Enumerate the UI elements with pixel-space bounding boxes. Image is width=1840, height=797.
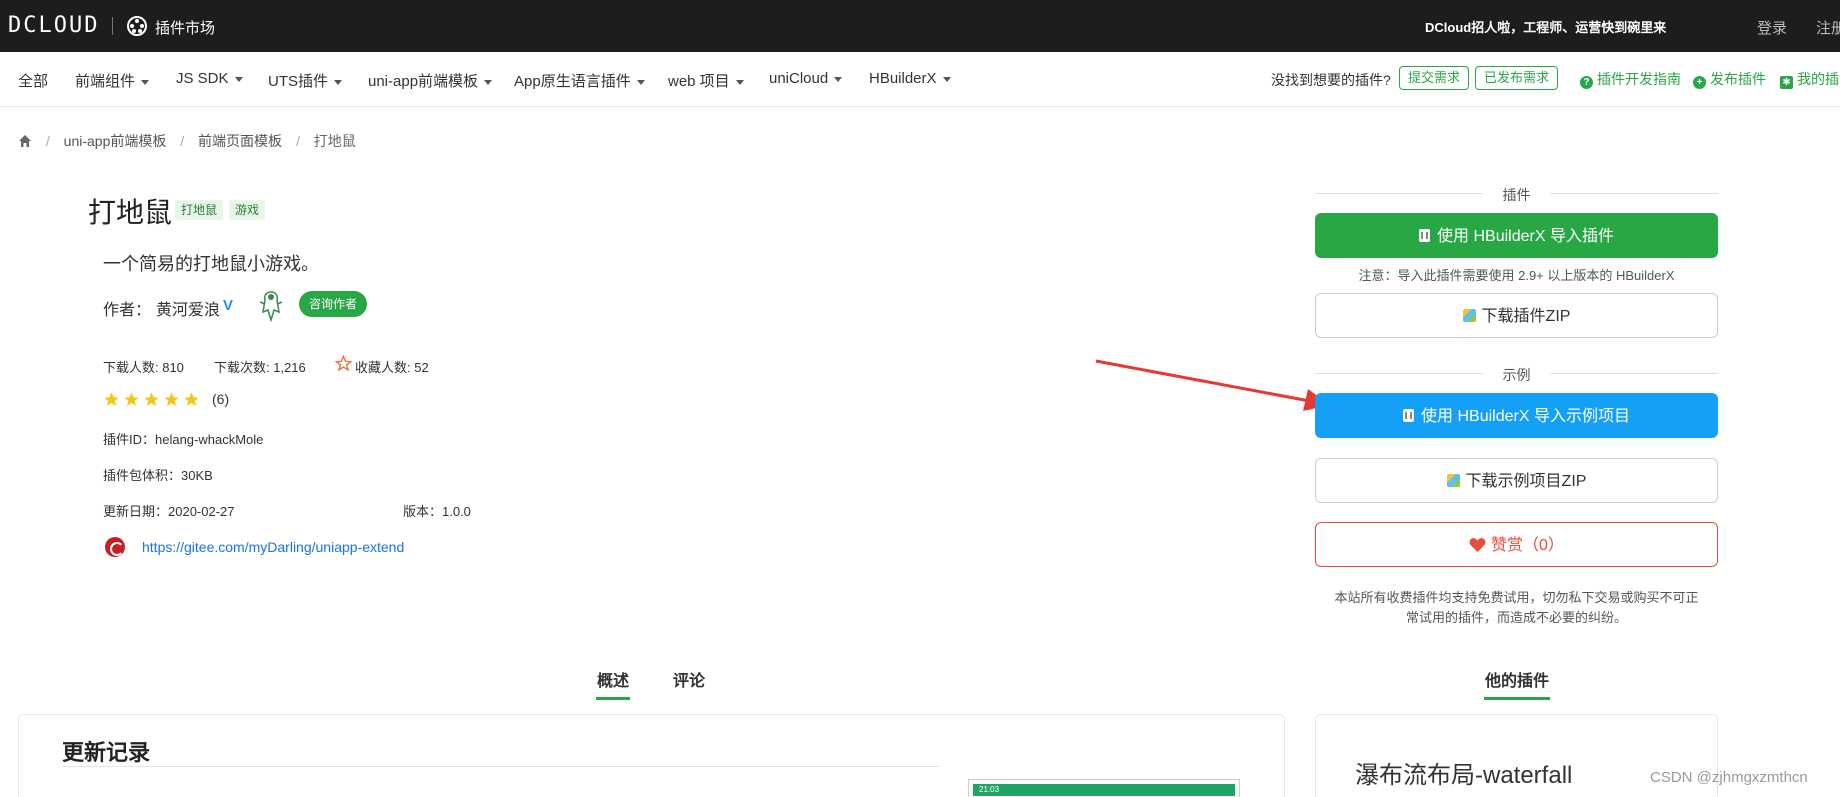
plugin-market-icon	[127, 16, 147, 36]
author-avatar[interactable]	[256, 288, 286, 323]
author-label: 作者：	[103, 302, 152, 319]
star-icon	[144, 392, 159, 406]
tab-overview[interactable]: 概述	[595, 667, 631, 700]
zip-icon	[1462, 309, 1476, 322]
published-requests-button[interactable]: 已发布需求	[1475, 66, 1559, 90]
verified-icon: V	[223, 297, 234, 314]
breadcrumb-current: 打地鼠	[313, 133, 356, 149]
other-plugin-title[interactable]: 瀑布流布局-waterfall	[1355, 755, 1572, 790]
downloads-count: 下载次数: 1,216	[214, 360, 306, 375]
star-icon	[124, 392, 139, 406]
hbuilderx-icon	[1419, 229, 1431, 242]
update-date: 更新日期：2020-02-27	[103, 504, 235, 519]
star-icon	[104, 392, 119, 406]
request-prompt: 没找到想要的插件?	[1271, 72, 1391, 88]
chevron-down-icon	[735, 79, 744, 85]
changelog-divider	[62, 766, 940, 767]
tab-his-plugins[interactable]: 他的插件	[1483, 667, 1551, 700]
zip-icon	[1446, 474, 1460, 487]
tag-game[interactable]: 游戏	[229, 200, 266, 220]
nav-frontend-components[interactable]: 前端组件	[75, 70, 150, 91]
my-plugins-link[interactable]: ✱ 我的插	[1780, 69, 1839, 89]
csdn-watermark: CSDN @zjhmgxzmthcn	[1650, 769, 1808, 786]
download-example-zip-button[interactable]: 下载示例项目ZIP	[1315, 458, 1718, 503]
repo-link[interactable]: https://gitee.com/myDarling/uniapp-exten…	[142, 539, 404, 555]
nav-web-projects[interactable]: web 项目	[668, 70, 744, 91]
top-bar: DCLOUD 插件市场 DCloud招人啦，工程师、运营快到碗里来 登录 注册	[0, 0, 1840, 52]
star-icon	[184, 392, 199, 406]
gitee-icon	[105, 537, 125, 557]
import-example-button[interactable]: 使用 HBuilderX 导入示例项目	[1315, 393, 1718, 438]
register-link[interactable]: 注册	[1816, 17, 1840, 38]
import-plugin-button[interactable]: 使用 HBuilderX 导入插件	[1315, 213, 1718, 258]
rating-count: (6)	[212, 391, 230, 407]
reward-button[interactable]: 赞赏（0）	[1315, 522, 1718, 567]
login-link[interactable]: 登录	[1757, 17, 1787, 38]
nav-uts-plugins[interactable]: UTS插件	[268, 70, 343, 91]
consult-author-button[interactable]: 咨询作者	[299, 291, 368, 317]
trial-disclaimer: 本站所有收费插件均支持免费试用，切勿私下交易或购买不可正 常试用的插件，而造成不…	[1334, 590, 1699, 625]
preview-status-bar: 21:03	[973, 784, 1235, 796]
favorites-count: 收藏人数: 52	[355, 360, 429, 375]
category-nav: 全部 前端组件 JS SDK UTS插件 uni-app前端模板 App原生语言…	[0, 52, 1840, 107]
favorite-star-icon[interactable]	[334, 354, 353, 375]
annotation-arrow	[1095, 359, 1330, 411]
nav-uniapp-templates[interactable]: uni-app前端模板	[368, 70, 493, 91]
chevron-down-icon	[141, 79, 150, 85]
import-note: 注意：导入此插件需要使用 2.9+ 以上版本的 HBuilderX	[1358, 268, 1675, 283]
chevron-down-icon	[942, 76, 951, 82]
breadcrumb-templates[interactable]: uni-app前端模板	[64, 133, 167, 149]
chevron-down-icon	[636, 79, 645, 85]
dev-guide-link[interactable]: ? 插件开发指南	[1580, 69, 1681, 89]
download-plugin-zip-button[interactable]: 下载插件ZIP	[1315, 293, 1718, 338]
nav-hbuilderx[interactable]: HBuilderX	[869, 70, 951, 87]
example-section-title: 示例	[1315, 365, 1718, 383]
chevron-down-icon	[834, 76, 843, 82]
publish-plugin-link[interactable]: + 发布插件	[1693, 69, 1766, 89]
home-icon[interactable]	[18, 134, 32, 151]
plugin-section-title: 插件	[1315, 185, 1718, 203]
plugin-description: 一个简易的打地鼠小游戏。	[103, 254, 319, 274]
chevron-down-icon	[484, 79, 493, 85]
nav-js-sdk[interactable]: JS SDK	[176, 70, 243, 87]
changelog-title: 更新记录	[62, 740, 151, 765]
preview-screenshot[interactable]: 21:03	[968, 779, 1240, 797]
heart-icon	[1469, 525, 1486, 570]
recruit-banner-link[interactable]: DCloud招人啦，工程师、运营快到碗里来	[1425, 17, 1666, 36]
chevron-down-icon	[234, 76, 243, 82]
tab-comments[interactable]: 评论	[673, 667, 705, 691]
submit-request-button[interactable]: 提交需求	[1399, 66, 1470, 90]
star-icon	[164, 392, 179, 406]
downloads-users: 下载人数: 810	[103, 360, 184, 375]
question-icon: ?	[1580, 76, 1593, 89]
hbuilderx-icon	[1403, 409, 1415, 422]
plus-icon: +	[1693, 76, 1706, 89]
breadcrumb: / uni-app前端模板 / 前端页面模板 / 打地鼠	[18, 131, 356, 151]
plugin-market-link[interactable]: 插件市场	[155, 17, 215, 38]
chevron-down-icon	[334, 79, 343, 85]
plugin-id: 插件ID：helang-whackMole	[103, 432, 264, 447]
author-name[interactable]: 黄河爱浪	[156, 296, 220, 320]
puzzle-icon: ✱	[1780, 76, 1793, 89]
tag-whack-mole[interactable]: 打地鼠	[175, 200, 224, 220]
brand-divider	[112, 17, 113, 35]
nav-all[interactable]: 全部	[18, 70, 48, 91]
nav-native-plugins[interactable]: App原生语言插件	[514, 70, 645, 91]
dcloud-logo[interactable]: DCLOUD	[8, 14, 99, 38]
plugin-title: 打地鼠	[88, 197, 173, 228]
nav-unicloud[interactable]: uniCloud	[769, 70, 843, 87]
plugin-version: 版本：1.0.0	[403, 504, 471, 519]
plugin-size: 插件包体积：30KB	[103, 468, 213, 483]
breadcrumb-page-templates[interactable]: 前端页面模板	[198, 133, 282, 149]
